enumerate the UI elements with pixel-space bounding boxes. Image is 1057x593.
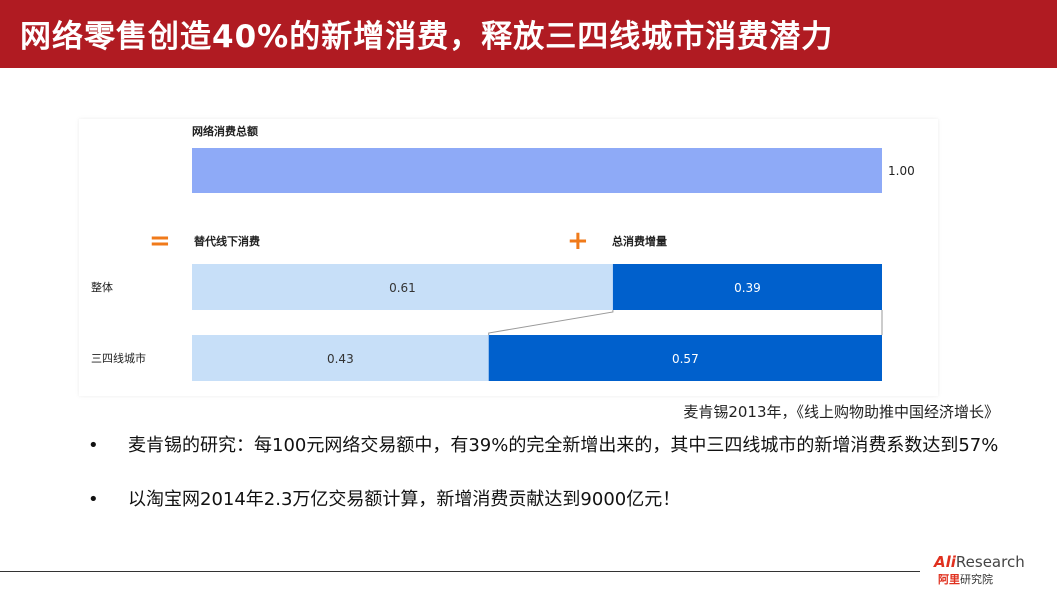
bullet-text: 麦肯锡的研究：每100元网络交易额中，有39%的完全新增出来的，其中三四线城市的… xyxy=(128,435,999,456)
equals-symbol: = xyxy=(149,226,171,256)
bullet-dot: • xyxy=(88,489,99,510)
legend-label: 替代线下消费 xyxy=(194,234,260,248)
category-label: 整体 xyxy=(91,280,113,294)
stacked-bar-chart: 网络消费总额 1.00 = 替代线下消费 + 总消费增量整体 0.61 0.39 三四线城市 0.… xyxy=(91,124,915,381)
total-value-label: 1.00 xyxy=(888,164,915,178)
logo-cn-prefix: 阿里 xyxy=(938,573,960,586)
logo-ali: Ali xyxy=(934,553,956,571)
bar-value-label: 0.61 xyxy=(389,281,416,295)
logo-cn-suffix: 研究院 xyxy=(960,573,993,586)
aliresearch-logo: AliResearch 阿里研究院 xyxy=(934,553,1044,589)
title-bar: 网络零售创造40%的新增消费，释放三四线城市消费潜力 xyxy=(0,0,1057,68)
plus-symbol: + xyxy=(567,226,589,256)
bar-value-label: 0.39 xyxy=(734,281,761,295)
chart-area: 网络消费总额 1.00 = 替代线下消费 + 总消费增量整体 0.61 0.39 三四线城市 0.… xyxy=(79,119,938,396)
source-note: 麦肯锡2013年，《线上购物助推中国经济增长》 xyxy=(683,403,999,421)
bullet-dot: • xyxy=(88,435,99,456)
connector-line xyxy=(488,310,614,335)
logo-research: Research xyxy=(955,553,1025,571)
bar-value-label: 0.57 xyxy=(672,352,699,366)
logo-wordmark: AliResearch xyxy=(934,553,1025,571)
legend-label: 总消费增量 xyxy=(612,234,667,248)
category-label: 三四线城市 xyxy=(91,351,146,365)
total-label: 网络消费总额 xyxy=(192,124,258,138)
bullet-text: 以淘宝网2014年2.3万亿交易额计算，新增消费贡献达到9000亿元！ xyxy=(128,489,681,510)
page-title: 网络零售创造40%的新增消费，释放三四线城市消费潜力 xyxy=(20,19,834,55)
footer-divider xyxy=(0,571,920,572)
logo-cn: 阿里研究院 xyxy=(938,571,993,587)
total-bar xyxy=(192,148,882,193)
bar-value-label: 0.43 xyxy=(327,352,354,366)
